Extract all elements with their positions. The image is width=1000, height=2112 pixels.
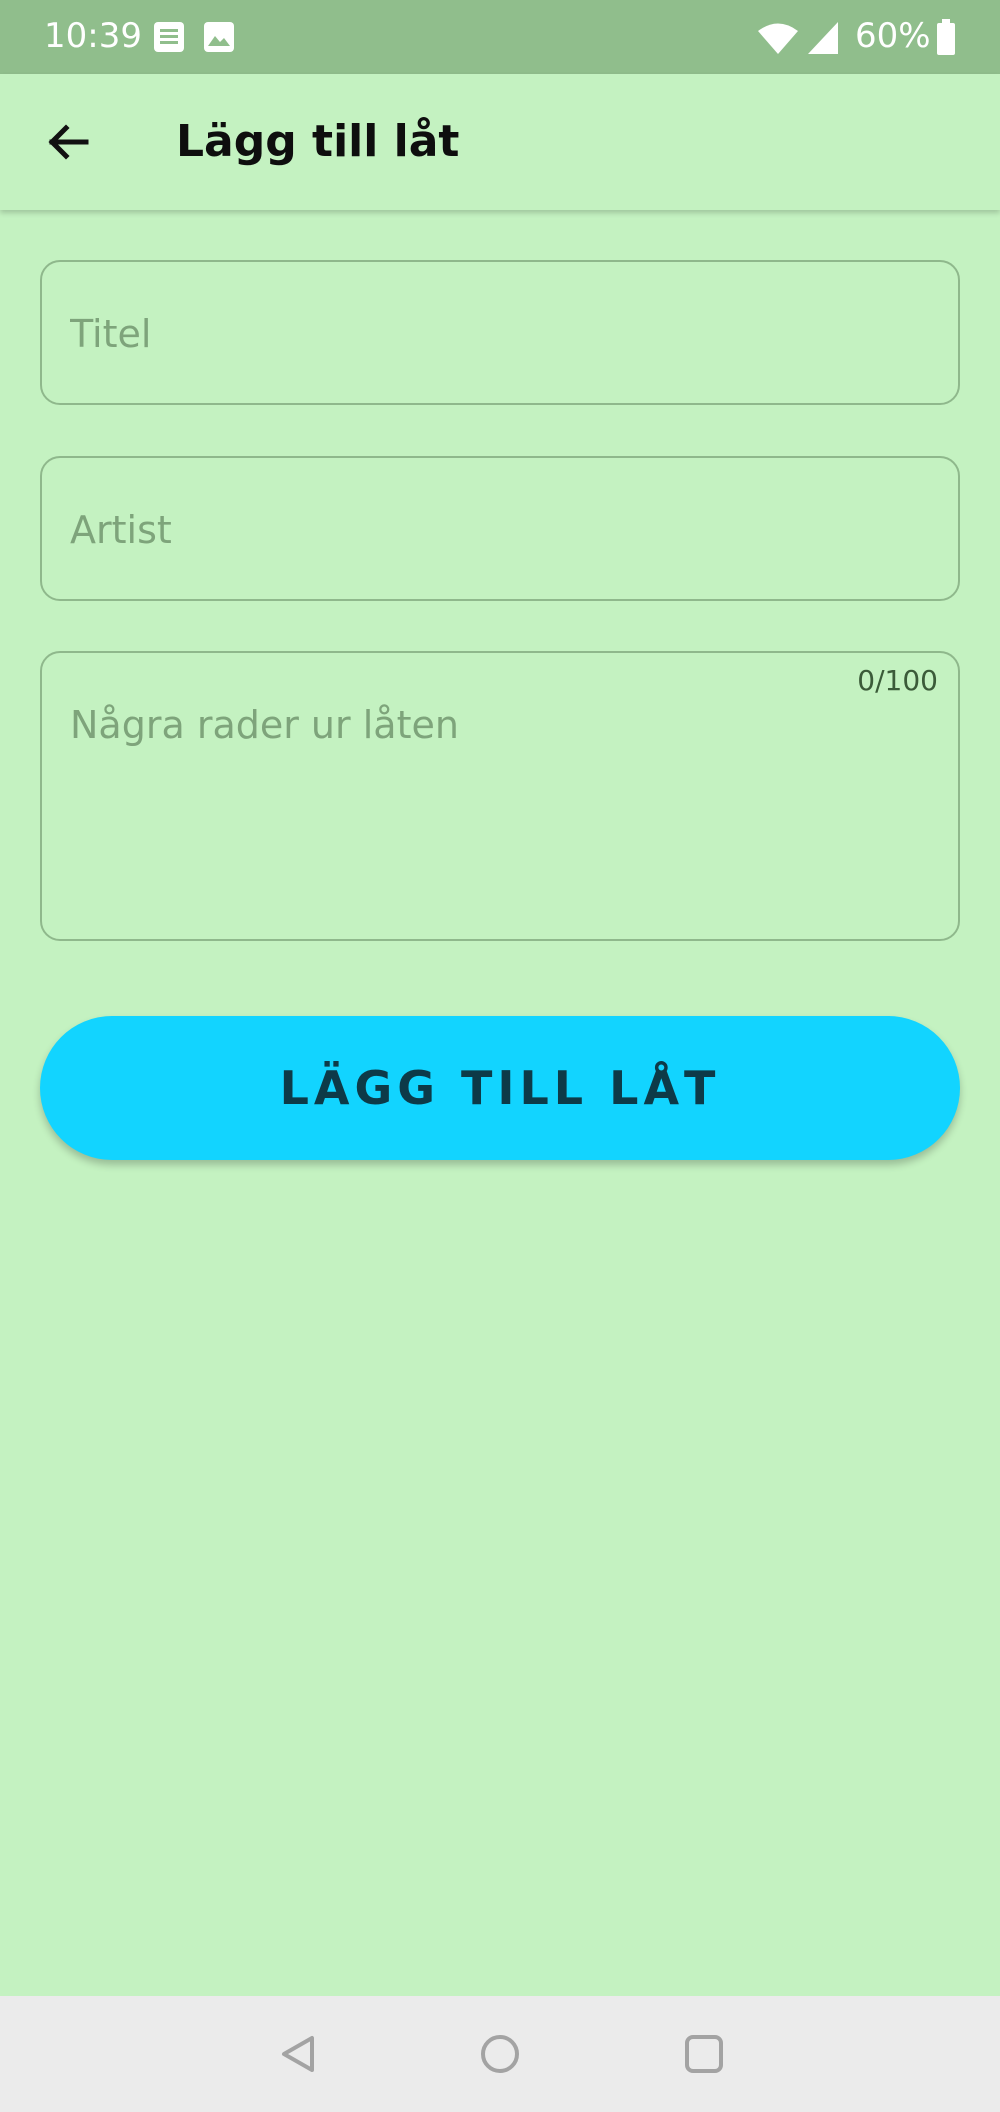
image-notification-icon (204, 22, 234, 52)
nav-home-icon (481, 2035, 519, 2073)
title-field[interactable] (40, 260, 960, 405)
battery-icon (937, 19, 955, 55)
app-bar: Lägg till låt (0, 74, 1000, 210)
nav-back-button[interactable] (268, 2024, 328, 2084)
artist-field[interactable] (40, 456, 960, 601)
artist-input[interactable] (70, 502, 930, 558)
lyrics-input[interactable] (70, 697, 930, 917)
arrow-back-icon (48, 124, 89, 160)
lyrics-field[interactable]: 0/100 (40, 651, 960, 941)
title-input[interactable] (70, 306, 930, 362)
page-title: Lägg till låt (176, 116, 460, 167)
back-button[interactable] (26, 100, 110, 184)
notes-notification-icon (154, 22, 184, 52)
status-time: 10:39 (44, 16, 142, 56)
nav-recents-button[interactable] (674, 2024, 734, 2084)
character-counter: 0/100 (857, 664, 938, 697)
cell-signal-icon (808, 22, 838, 54)
add-song-button[interactable]: LÄGG TILL LÅT (40, 1016, 960, 1160)
nav-recents-icon (685, 2035, 723, 2073)
battery-percentage: 60% (855, 16, 931, 56)
nav-back-icon (282, 2036, 314, 2072)
nav-home-button[interactable] (470, 2024, 530, 2084)
status-bar: 10:39 60% (0, 0, 1000, 74)
system-nav-bar (0, 1996, 1000, 2112)
wifi-icon (758, 23, 798, 54)
